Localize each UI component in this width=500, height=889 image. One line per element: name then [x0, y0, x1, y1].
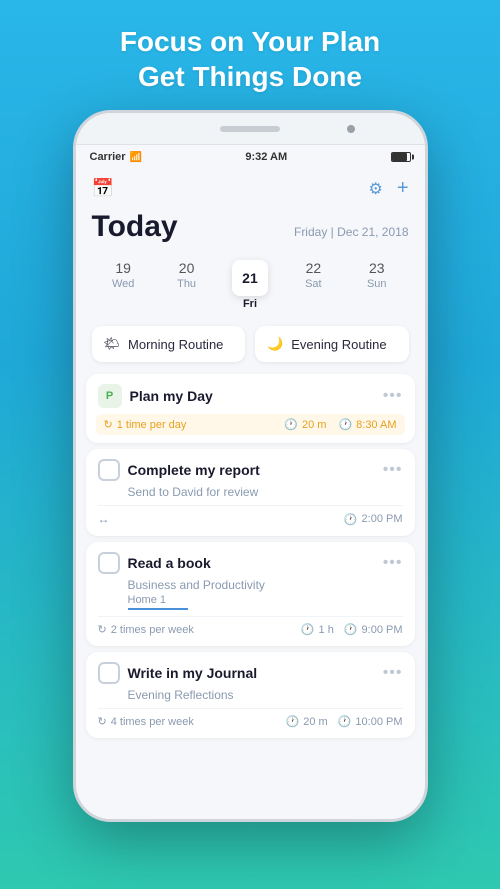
journal-frequency: 4 times per week [111, 716, 194, 728]
book-checkbox[interactable] [98, 552, 120, 574]
battery-icon [391, 152, 411, 162]
report-subtitle: Send to David for review [128, 485, 403, 499]
journal-checkbox[interactable] [98, 662, 120, 684]
add-button[interactable]: + [397, 177, 409, 200]
routine-buttons: 🌤 Morning Routine 🌙 Evening Routine [76, 320, 425, 374]
time-clock-icon: 🕐 [338, 418, 352, 431]
plan-duration: 20 m [302, 419, 326, 431]
plan-footer: ↻ 1 time per day 🕐 20 m 🕐 8:30 AM [96, 414, 405, 435]
journal-subtitle: Evening Reflections [128, 688, 403, 702]
report-arrow-icon: ↔ [98, 512, 110, 526]
plan-time: 8:30 AM [356, 419, 396, 431]
evening-icon: 🌙 [267, 336, 283, 352]
task-list: P Plan my Day ••• ↻ 1 time per day 🕐 [76, 374, 425, 738]
duration-clock-icon: 🕐 [284, 418, 298, 431]
cal-day-22[interactable]: 22 Sat [291, 260, 335, 310]
status-bar: Carrier 📶 9:32 AM [76, 145, 425, 169]
camera [347, 125, 355, 133]
today-title: Today [92, 210, 178, 244]
task-plan-my-day: P Plan my Day ••• ↻ 1 time per day 🕐 [86, 374, 415, 443]
toolbar: 📅 ⚙ + [76, 169, 425, 206]
report-time: 2:00 PM [362, 513, 403, 525]
book-repeat-icon: ↻ [98, 623, 107, 636]
header-section: Today Friday | Dec 21, 2018 [76, 206, 425, 254]
plan-more-button[interactable]: ••• [383, 387, 403, 405]
phone-top-bar [76, 113, 425, 145]
filter-icon[interactable]: ⚙ [368, 179, 382, 199]
carrier-label: Carrier [90, 151, 126, 163]
plan-title: Plan my Day [130, 388, 213, 404]
repeat-icon: ↻ [104, 418, 113, 431]
report-time-icon: 🕐 [344, 513, 358, 526]
book-tag: Home 1 [128, 594, 403, 606]
app-content: 📅 ⚙ + Today Friday | Dec 21, 2018 19 Wed… [76, 169, 425, 819]
cal-day-20[interactable]: 20 Thu [165, 260, 209, 310]
task-write-journal: Write in my Journal ••• Evening Reflecti… [86, 652, 415, 738]
journal-duration-icon: 🕐 [286, 715, 300, 728]
book-title: Read a book [128, 555, 211, 571]
book-duration-icon: 🕐 [301, 623, 315, 636]
book-frequency: 2 times per week [111, 624, 194, 636]
evening-routine-button[interactable]: 🌙 Evening Routine [255, 326, 409, 362]
evening-routine-label: Evening Routine [291, 337, 386, 352]
journal-time-icon: 🕐 [338, 715, 352, 728]
hero-section: Focus on Your Plan Get Things Done [100, 0, 400, 110]
calendar-icon[interactable]: 📅 [92, 178, 114, 199]
date-label: Friday | Dec 21, 2018 [294, 225, 409, 239]
calendar-strip: 19 Wed 20 Thu 21 Fri 22 Sat 23 Sun [76, 254, 425, 320]
cal-day-23[interactable]: 23 Sun [355, 260, 399, 310]
report-checkbox[interactable] [98, 459, 120, 481]
plan-icon: P [98, 384, 122, 408]
book-time-icon: 🕐 [344, 623, 358, 636]
journal-more-button[interactable]: ••• [383, 664, 403, 682]
phone-wrapper: Carrier 📶 9:32 AM 📅 ⚙ + Tod [70, 110, 430, 889]
morning-icon: 🌤 [104, 336, 121, 352]
cal-day-19[interactable]: 19 Wed [101, 260, 145, 310]
phone-frame: Carrier 📶 9:32 AM 📅 ⚙ + Tod [73, 110, 428, 822]
morning-routine-label: Morning Routine [128, 337, 223, 352]
morning-routine-button[interactable]: 🌤 Morning Routine [92, 326, 246, 362]
cal-day-21[interactable]: 21 Fri [228, 260, 272, 310]
report-title: Complete my report [128, 462, 260, 478]
hero-line2: Get Things Done [120, 59, 380, 94]
time-display: 9:32 AM [245, 151, 287, 163]
task-read-book: Read a book ••• Business and Productivit… [86, 542, 415, 646]
wifi-icon: 📶 [130, 152, 142, 163]
speaker [220, 126, 280, 132]
hero-line1: Focus on Your Plan [120, 24, 380, 59]
journal-time: 10:00 PM [355, 716, 402, 728]
journal-duration: 20 m [303, 716, 327, 728]
journal-title: Write in my Journal [128, 665, 258, 681]
book-more-button[interactable]: ••• [383, 554, 403, 572]
book-time: 9:00 PM [362, 624, 403, 636]
book-subtitle: Business and Productivity [128, 578, 403, 592]
report-more-button[interactable]: ••• [383, 461, 403, 479]
journal-repeat-icon: ↻ [98, 715, 107, 728]
book-duration: 1 h [319, 624, 334, 636]
book-divider [128, 608, 188, 610]
task-complete-report: Complete my report ••• Send to David for… [86, 449, 415, 536]
plan-frequency: 1 time per day [117, 419, 187, 431]
